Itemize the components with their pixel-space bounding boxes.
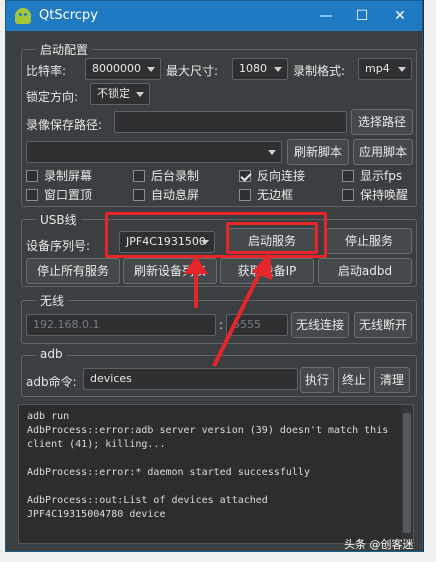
arrow-up-head: [184, 256, 208, 274]
arrow-diagonal-line: [212, 267, 264, 367]
arrow-diagonal-head: [252, 252, 272, 280]
watermark: 头条 @创客迷: [344, 538, 414, 551]
annotation-arrows: [184, 252, 272, 367]
